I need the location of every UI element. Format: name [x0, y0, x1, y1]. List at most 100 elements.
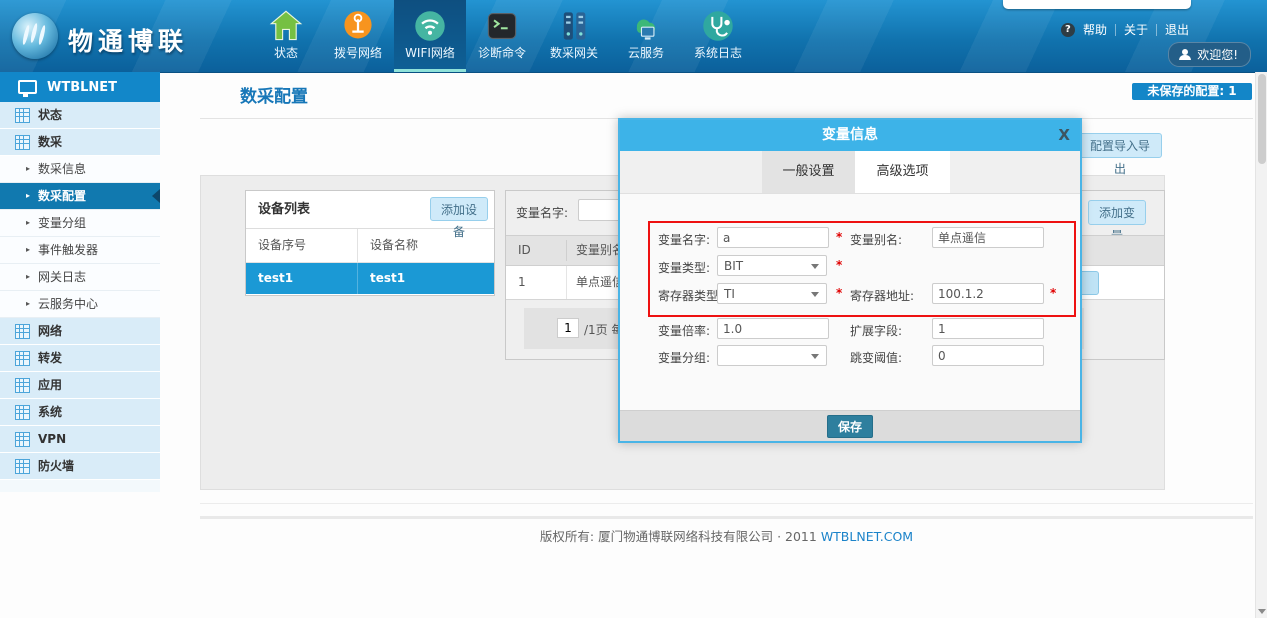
nav-item-status[interactable]: 状态: [250, 0, 322, 72]
var-group-select[interactable]: [717, 345, 827, 366]
nav-label: 系统日志: [682, 44, 754, 61]
grid-icon: [15, 108, 30, 123]
sidebar-item-system[interactable]: 系统: [0, 399, 160, 426]
required-asterisk: *: [1050, 286, 1056, 300]
modal-body: 变量名字: * 变量别名: 变量类型: BIT * 寄存器类型: TI * 寄存…: [620, 193, 1080, 411]
grid-icon: [15, 459, 30, 474]
var-ratio-input[interactable]: [717, 318, 829, 339]
reg-addr-input[interactable]: [932, 283, 1044, 304]
ext-field-label: 扩展字段:: [850, 322, 902, 339]
var-alias-input[interactable]: [932, 227, 1044, 248]
sidebar-item-vpn[interactable]: VPN: [0, 426, 160, 453]
save-button[interactable]: 保存: [827, 415, 873, 438]
sidebar-item-data-info[interactable]: ▸数采信息: [0, 156, 160, 183]
close-icon[interactable]: X: [1058, 120, 1070, 151]
sidebar-item-label: 应用: [38, 372, 62, 398]
triangle-icon: ▸: [26, 210, 30, 236]
modal-header: 变量信息 X: [620, 120, 1080, 151]
sidebar-item-network[interactable]: 网络: [0, 318, 160, 345]
sidebar-item-label: 数采: [38, 129, 62, 155]
device-table-row-selected[interactable]: test1 test1: [246, 263, 494, 294]
sidebar-item-forwarding[interactable]: 转发: [0, 345, 160, 372]
nav-item-system-log[interactable]: 系统日志: [682, 0, 754, 72]
jump-threshold-label: 跳变阈值:: [850, 349, 902, 366]
help-link[interactable]: 帮助: [1083, 21, 1107, 38]
sidebar-item-application[interactable]: 应用: [0, 372, 160, 399]
help-icon: ?: [1061, 23, 1075, 37]
gateway-icon: [557, 9, 591, 43]
var-alias-label: 变量别名:: [850, 231, 902, 248]
nav-item-dial-network[interactable]: 拨号网络: [322, 0, 394, 72]
nav-label: 云服务: [610, 44, 682, 61]
modal-title: 变量信息: [620, 120, 1080, 151]
divider: [1156, 24, 1157, 36]
divider: [200, 503, 1253, 504]
sidebar-item-cloud-center[interactable]: ▸云服务中心: [0, 291, 160, 318]
nav-item-diagnostics[interactable]: 诊断命令: [466, 0, 538, 72]
add-variable-button[interactable]: 添加变量: [1088, 200, 1146, 225]
add-device-button[interactable]: 添加设备: [430, 197, 488, 221]
required-asterisk: *: [836, 230, 842, 244]
var-group-label: 变量分组:: [658, 349, 710, 366]
sidebar-item-event-trigger[interactable]: ▸事件触发器: [0, 237, 160, 264]
sidebar-item-label: 系统: [38, 399, 62, 425]
logo-stroke: [22, 25, 31, 45]
page-title: 数采配置: [240, 82, 308, 107]
triangle-icon: ▸: [26, 156, 30, 182]
top-header-bar: 物通博联 状态 拨号网络 WIFI网络: [0, 0, 1267, 73]
nav-item-data-gateway[interactable]: 数采网关: [538, 0, 610, 72]
grid-icon: [15, 135, 30, 150]
dial-network-icon: [341, 9, 375, 43]
var-type-select[interactable]: BIT: [717, 255, 827, 276]
syslog-icon: [701, 9, 735, 43]
device-list-title: 设备列表: [258, 191, 310, 228]
sidebar-item-label: 网关日志: [38, 264, 86, 290]
reg-addr-label: 寄存器地址:: [850, 287, 914, 304]
var-name-input[interactable]: [717, 227, 829, 248]
grid-icon: [15, 432, 30, 447]
required-asterisk: *: [836, 258, 842, 272]
brand-logo-icon: [12, 13, 58, 59]
about-link[interactable]: 关于: [1124, 21, 1148, 38]
home-icon: [269, 9, 303, 43]
scrollbar-thumb[interactable]: [1258, 74, 1266, 164]
scroll-down-arrow-icon[interactable]: [1258, 609, 1266, 614]
jump-threshold-input[interactable]: [932, 345, 1044, 366]
sidebar-item-data-collection[interactable]: 数采: [0, 129, 160, 156]
sidebar-item-label: 防火墙: [38, 453, 74, 479]
footer-link[interactable]: WTBLNET.COM: [821, 529, 913, 544]
sidebar-item-variable-group[interactable]: ▸ 变量分组: [0, 210, 160, 237]
sidebar-item-label: 变量分组: [38, 210, 86, 236]
nav-item-wifi-network[interactable]: WIFI网络: [394, 0, 466, 72]
variable-info-modal: 变量信息 X 一般设置 高级选项 变量名字: * 变量别名: 变量类型: BIT…: [618, 118, 1082, 443]
divider: [566, 266, 567, 299]
nav-label: 拨号网络: [322, 44, 394, 61]
scrollbar-track[interactable]: [1255, 72, 1267, 618]
sidebar-item-firewall[interactable]: 防火墙: [0, 453, 160, 480]
sidebar-item-data-config[interactable]: ▸数采配置: [0, 183, 160, 210]
grid-icon: [15, 405, 30, 420]
sidebar-item-label: 状态: [38, 102, 62, 128]
nav-label: 状态: [250, 44, 322, 61]
tab-general-settings[interactable]: 一般设置: [762, 151, 855, 193]
grid-icon: [15, 324, 30, 339]
alias-column: 变量别名: [576, 236, 624, 265]
footer-copyright: 版权所有: 厦门物通博联网络科技有限公司 · 2011 WTBLNET.COM: [200, 526, 1253, 545]
page-number-input[interactable]: [557, 318, 579, 338]
device-list-card: 设备列表 添加设备 设备序号 设备名称 test1 test1: [245, 190, 495, 296]
import-export-button[interactable]: 配置导入导出: [1078, 133, 1162, 158]
sidebar-item-gateway-log[interactable]: ▸ 网关日志: [0, 264, 160, 291]
ext-field-input[interactable]: [932, 318, 1044, 339]
unsaved-config-badge: 未保存的配置: 1: [1132, 83, 1252, 100]
var-ratio-label: 变量倍率:: [658, 322, 710, 339]
divider: [1115, 24, 1116, 36]
wifi-icon: [413, 9, 447, 43]
nav-item-cloud-service[interactable]: 云服务: [610, 0, 682, 72]
triangle-icon: ▸: [26, 264, 30, 290]
sidebar-title-text: WTBLNET: [47, 80, 117, 95]
reg-type-select[interactable]: TI: [717, 283, 827, 304]
tab-advanced-options[interactable]: 高级选项: [855, 151, 950, 193]
logout-link[interactable]: 退出: [1165, 21, 1189, 38]
variable-alias-cell: 单点遥信: [576, 266, 624, 299]
sidebar-item-status[interactable]: 状态: [0, 102, 160, 129]
